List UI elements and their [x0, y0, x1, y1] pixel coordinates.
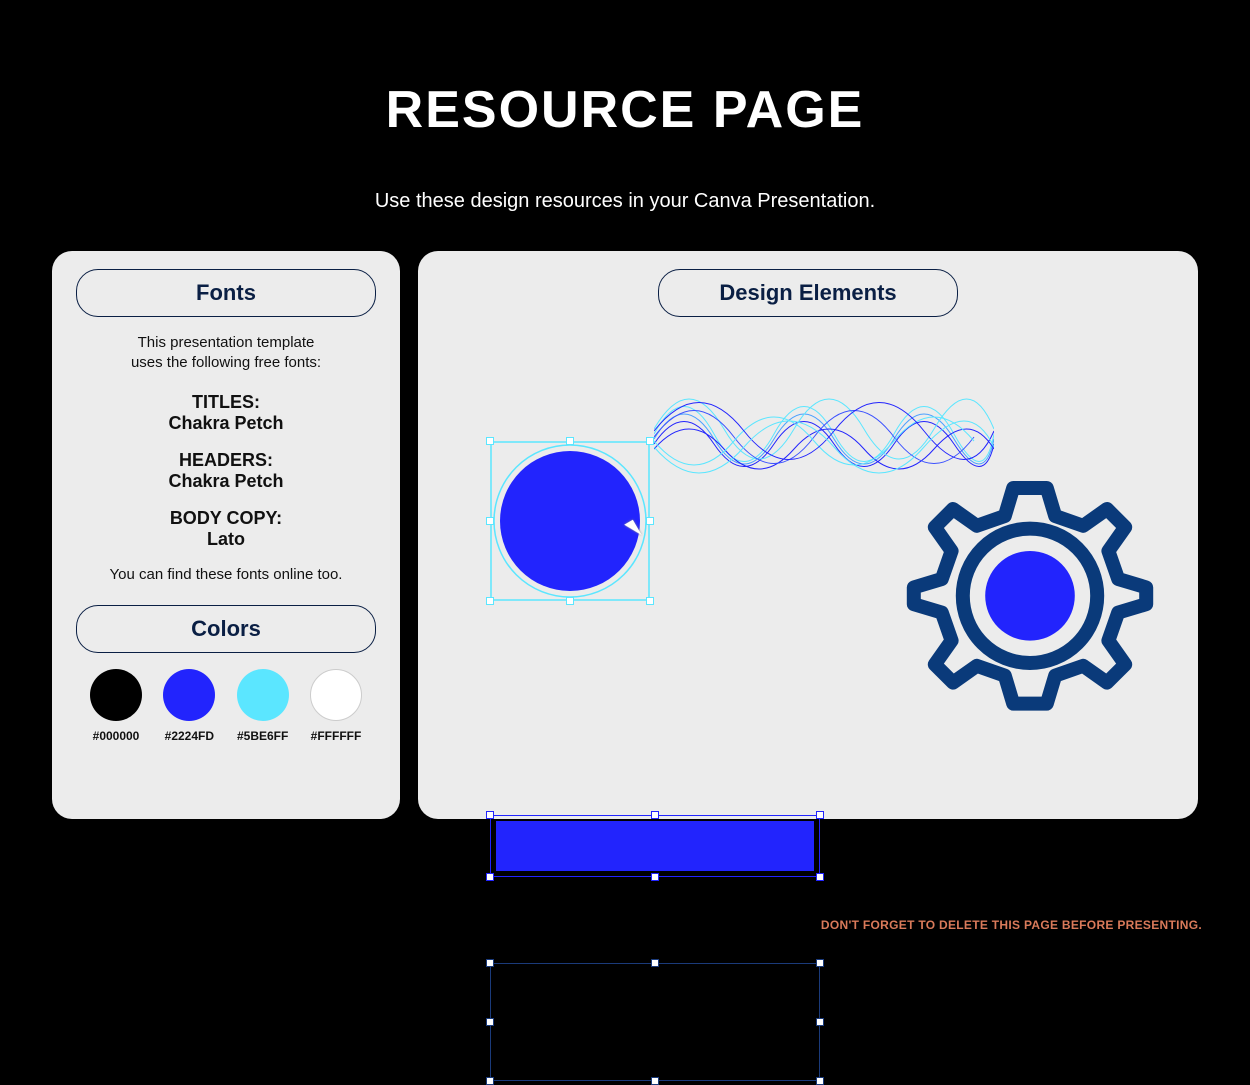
swatch-3: #FFFFFF — [302, 669, 370, 743]
titles-font: Chakra Petch — [76, 413, 376, 434]
footer-warning: DON'T FORGET TO DELETE THIS PAGE BEFORE … — [821, 918, 1202, 932]
design-elements-card: Design Elements — [418, 251, 1198, 819]
rect-filled-border — [490, 815, 820, 877]
page-title: RESOURCE PAGE — [0, 80, 1250, 140]
body-font: Lato — [76, 529, 376, 550]
design-element-gear[interactable] — [890, 467, 1170, 747]
font-block-headers: HEADERS: Chakra Petch — [76, 450, 376, 492]
swatch-0: #000000 — [82, 669, 150, 743]
colors-heading-pill: Colors — [76, 605, 376, 653]
swatch-0-hex: #000000 — [82, 729, 150, 743]
headers-label: HEADERS: — [76, 450, 376, 471]
cards-row: Fonts This presentation template uses th… — [0, 251, 1250, 819]
design-element-rect-filled[interactable] — [490, 815, 820, 877]
fonts-colors-card: Fonts This presentation template uses th… — [52, 251, 400, 819]
swatch-2-circle — [237, 669, 289, 721]
fonts-note: You can find these fonts online too. — [76, 566, 376, 583]
swatch-1: #2224FD — [155, 669, 223, 743]
font-block-titles: TITLES: Chakra Petch — [76, 392, 376, 434]
font-block-body: BODY COPY: Lato — [76, 508, 376, 550]
swatch-3-hex: #FFFFFF — [302, 729, 370, 743]
design-heading-pill: Design Elements — [658, 269, 958, 317]
page-subtitle: Use these design resources in your Canva… — [0, 190, 1250, 213]
titles-label: TITLES: — [76, 392, 376, 413]
swatch-1-circle — [163, 669, 215, 721]
design-element-circle[interactable] — [490, 441, 650, 601]
swatch-2: #5BE6FF — [229, 669, 297, 743]
swatch-1-hex: #2224FD — [155, 729, 223, 743]
fonts-heading-pill: Fonts — [76, 269, 376, 317]
fonts-intro-line2: uses the following free fonts: — [131, 354, 321, 371]
fonts-intro: This presentation template uses the foll… — [76, 333, 376, 374]
swatch-2-hex: #5BE6FF — [229, 729, 297, 743]
headers-font: Chakra Petch — [76, 471, 376, 492]
swatch-0-circle — [90, 669, 142, 721]
swatch-3-circle — [310, 669, 362, 721]
fonts-intro-line1: This presentation template — [138, 334, 315, 351]
body-label: BODY COPY: — [76, 508, 376, 529]
design-element-rect-empty[interactable] — [490, 963, 820, 1081]
colors-row: #000000 #2224FD #5BE6FF #FFFFFF — [76, 669, 376, 743]
rect-empty-border — [490, 963, 820, 1081]
circle-icon — [490, 441, 650, 601]
